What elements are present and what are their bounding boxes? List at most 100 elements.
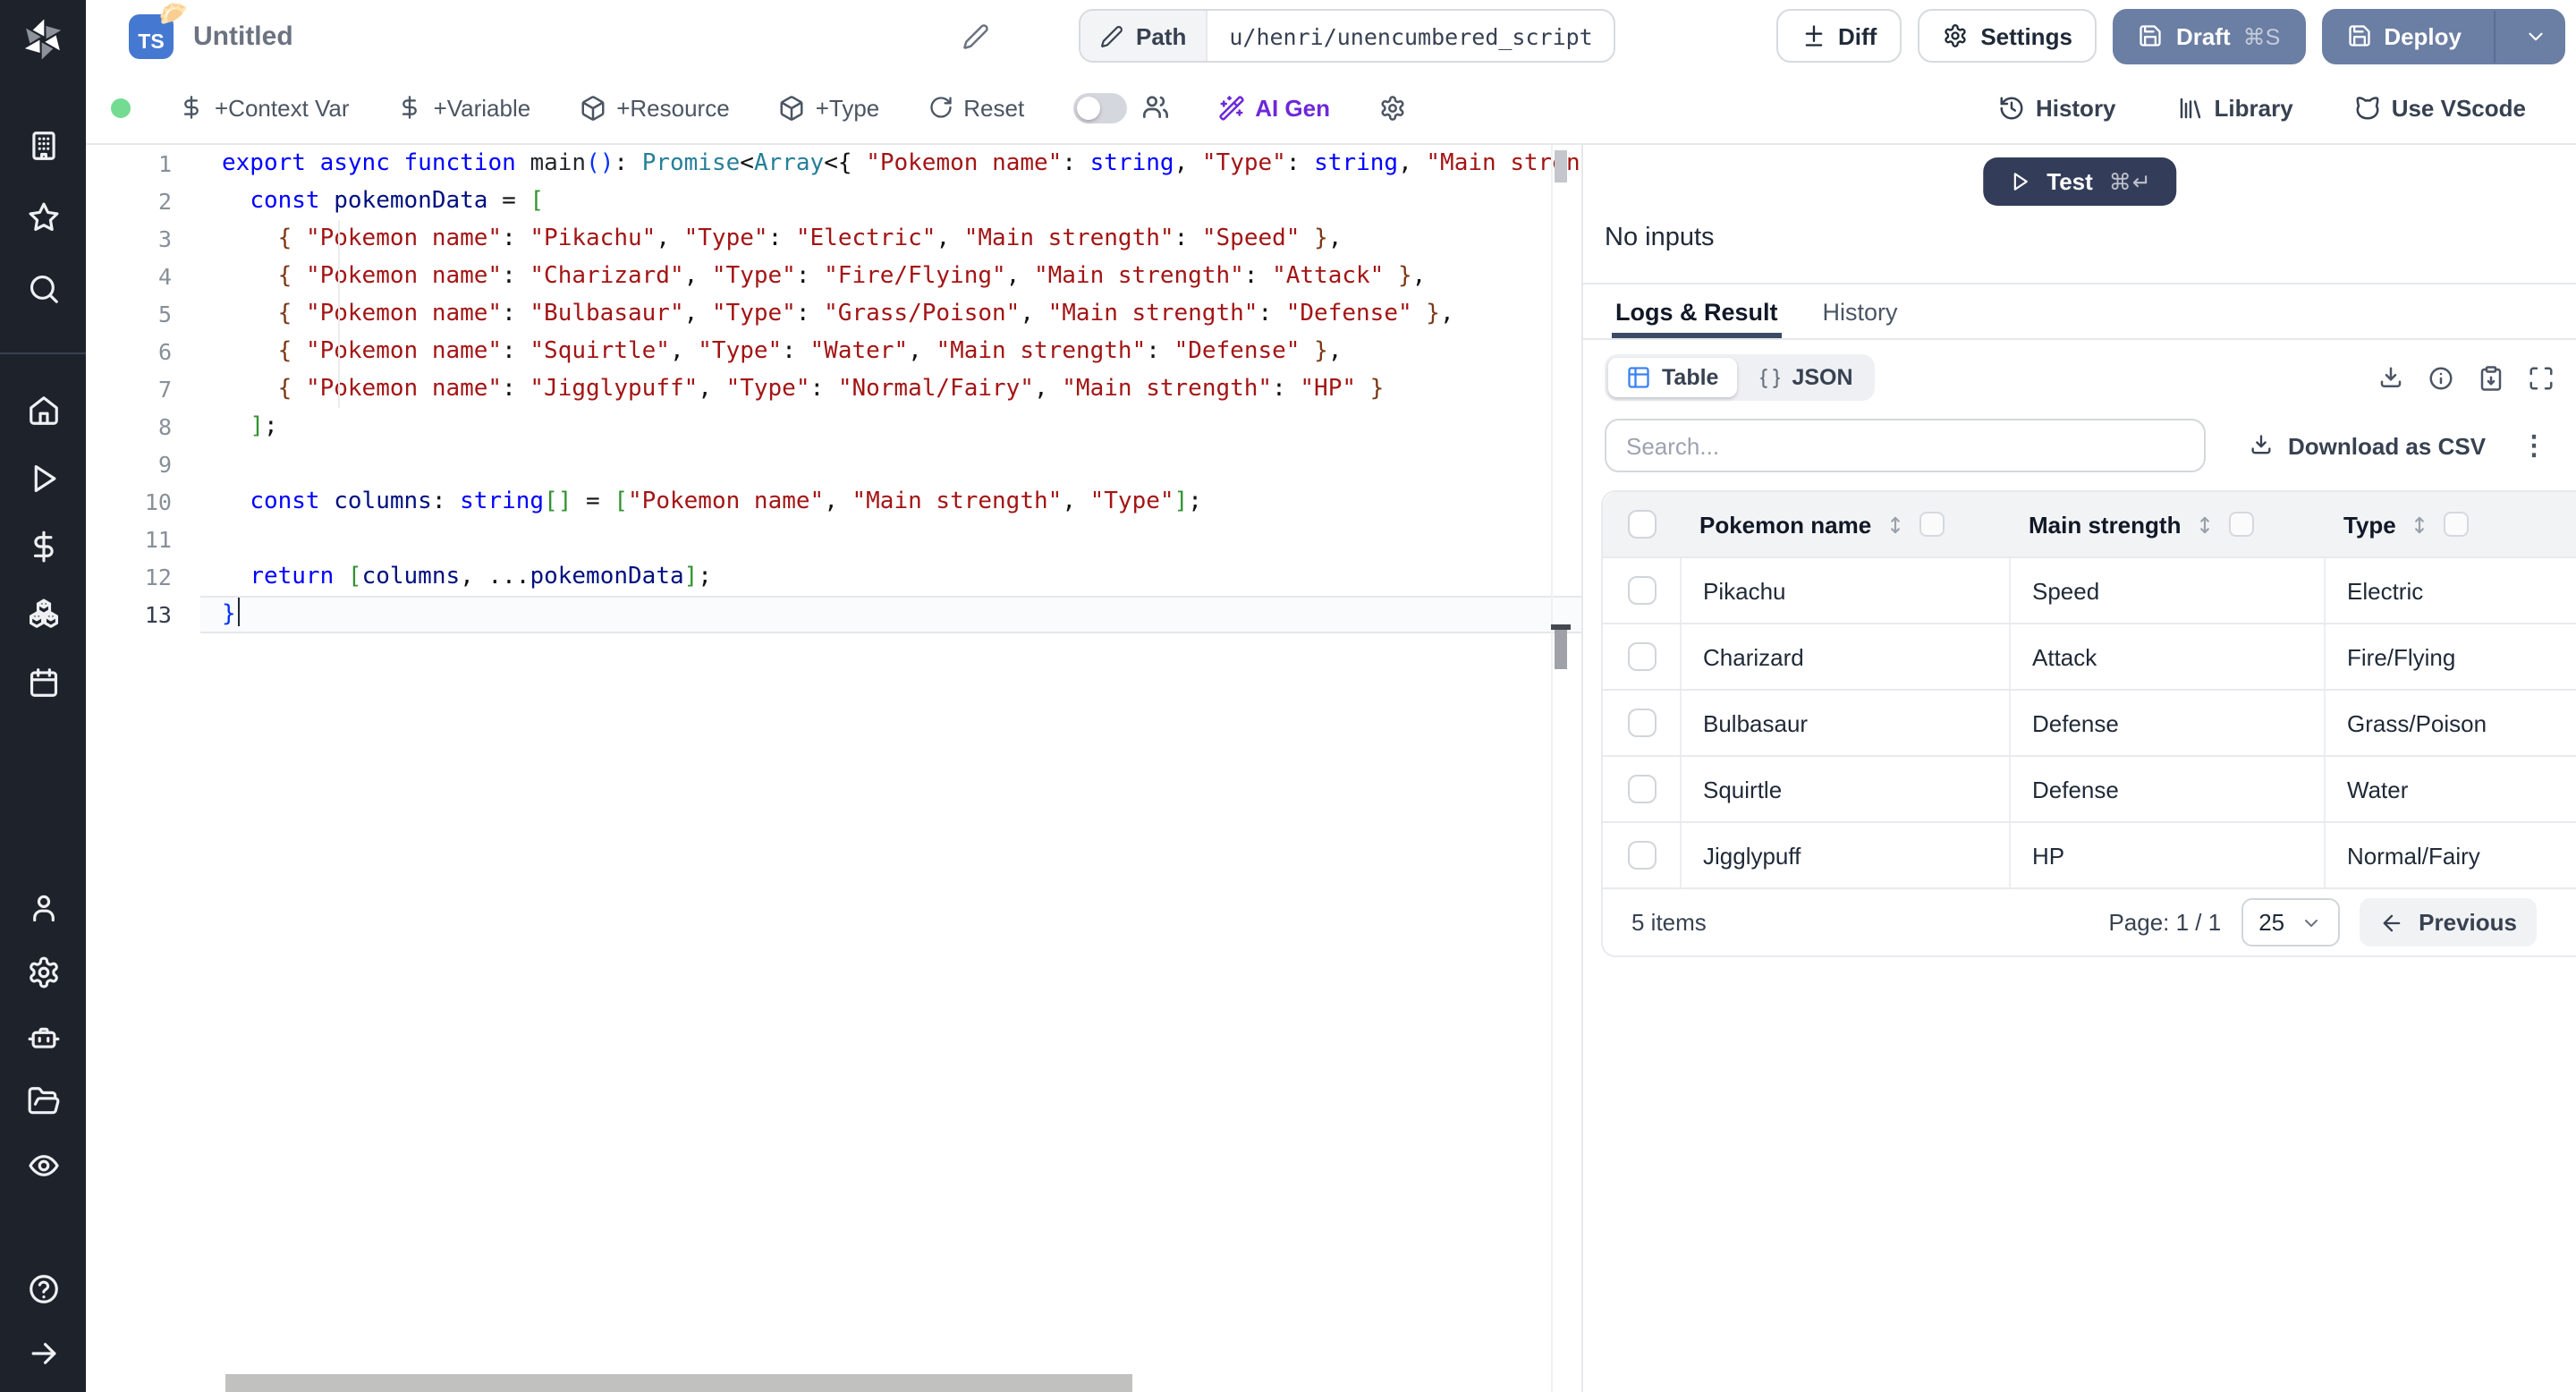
gear-icon xyxy=(1378,94,1405,121)
row-checkbox[interactable] xyxy=(1627,576,1656,605)
sidebar-item-home[interactable] xyxy=(26,394,60,428)
code-line[interactable]: 11 xyxy=(86,521,1581,558)
editor-horizontal-scrollbar[interactable] xyxy=(225,1374,1132,1392)
results-panel: Test ⌘↵ No inputs Logs & Result History … xyxy=(1581,145,2576,1392)
code-line[interactable]: 1 export async function main(): Promise<A… xyxy=(86,145,1581,182)
deploy-more-button[interactable] xyxy=(2508,24,2563,47)
line-content: export async function main(): Promise<Ar… xyxy=(222,150,1581,177)
ai-gen-button[interactable]: AI Gen xyxy=(1217,94,1330,121)
settings-button[interactable]: Settings xyxy=(1918,9,2097,63)
result-info-button[interactable] xyxy=(2428,364,2454,391)
code-line[interactable]: 2 const pokemonData = [ xyxy=(86,182,1581,220)
table-body: Pikachu Speed Electric Charizard Attack Fire/… xyxy=(1603,556,2576,887)
sort-icon[interactable] xyxy=(1884,513,1907,536)
add-context-var-button[interactable]: +Context Var xyxy=(179,94,350,121)
code-line[interactable]: 5 { "Pokemon name": "Bulbasaur", "Type":… xyxy=(86,295,1581,333)
code-line[interactable]: 9 xyxy=(86,446,1581,483)
add-resource-button[interactable]: +Resource xyxy=(579,94,730,121)
add-variable-button[interactable]: +Variable xyxy=(398,94,530,121)
previous-page-button[interactable]: Previous xyxy=(2360,898,2537,946)
sidebar-item-users[interactable] xyxy=(26,891,60,925)
tab-logs-result[interactable]: Logs & Result xyxy=(1612,284,1782,338)
scrollbar-thumb[interactable] xyxy=(1555,150,1567,182)
code-line[interactable]: 7 { "Pokemon name": "Jigglypuff", "Type"… xyxy=(86,370,1581,408)
add-type-button[interactable]: +Type xyxy=(778,94,879,121)
table-row[interactable]: Jigglypuff HP Normal/Fairy xyxy=(1603,821,2576,887)
sidebar-item-schedules[interactable] xyxy=(26,666,60,700)
history-button[interactable]: History xyxy=(1998,94,2116,121)
line-number: 3 xyxy=(157,225,172,252)
code-line[interactable]: 10 const columns: string[] = ["Pokemon n… xyxy=(86,483,1581,521)
multiplayer-toggle[interactable] xyxy=(1072,92,1127,123)
code-line[interactable]: 13} xyxy=(86,596,1581,633)
row-checkbox[interactable] xyxy=(1627,841,1656,870)
table-row[interactable]: Charizard Attack Fire/Flying xyxy=(1603,623,2576,689)
column-toggle[interactable] xyxy=(2229,512,2255,537)
view-switcher: Table JSON xyxy=(1605,354,1875,401)
row-checkbox[interactable] xyxy=(1627,775,1656,803)
editor-vertical-scrollbar[interactable] xyxy=(1551,145,1571,1392)
sidebar-item-resources[interactable] xyxy=(26,598,60,632)
arrow-right-icon xyxy=(26,1337,60,1371)
table-row[interactable]: Squirtle Defense Water xyxy=(1603,755,2576,821)
draft-button[interactable]: Draft ⌘S xyxy=(2113,8,2306,64)
deploy-button[interactable]: Deploy xyxy=(2321,8,2565,64)
sidebar-item-workers[interactable] xyxy=(26,1020,60,1054)
sort-icon[interactable] xyxy=(2193,513,2216,536)
dollar-icon xyxy=(179,95,204,120)
sidebar-item-runs[interactable] xyxy=(26,462,60,496)
column-toggle[interactable] xyxy=(1919,512,1945,537)
table-cell: Speed xyxy=(2011,558,2326,623)
sidebar-item-workspace[interactable] xyxy=(26,129,60,163)
sidebar-item-audit-logs[interactable] xyxy=(26,1149,60,1183)
windmill-logo[interactable] xyxy=(20,16,66,63)
code-line[interactable]: 3 { "Pokemon name": "Pikachu", "Type": "… xyxy=(86,220,1581,258)
library-button[interactable]: Library xyxy=(2177,94,2293,121)
path-control[interactable]: Path u/henri/unencumbered_script xyxy=(1079,9,1616,63)
line-number: 11 xyxy=(144,526,172,553)
select-all-checkbox[interactable] xyxy=(1628,510,1657,539)
editor-settings-button[interactable] xyxy=(1378,94,1405,121)
view-table-button[interactable]: Table xyxy=(1608,358,1737,397)
table-row[interactable]: Pikachu Speed Electric xyxy=(1603,556,2576,623)
column-toggle[interactable] xyxy=(2444,512,2470,537)
column-label: Main strength xyxy=(2029,511,2182,538)
code-line[interactable]: 12 return [columns, ...pokemonData]; xyxy=(86,558,1581,596)
sort-icon[interactable] xyxy=(2409,513,2432,536)
search-input[interactable] xyxy=(1605,419,2206,472)
code-lines[interactable]: 1 export async function main(): Promise<A… xyxy=(86,145,1581,633)
table-row[interactable]: Bulbasaur Defense Grass/Poison xyxy=(1603,689,2576,755)
edit-summary-button[interactable] xyxy=(962,22,989,49)
expand-result-button[interactable] xyxy=(2528,364,2555,391)
sidebar-item-search[interactable] xyxy=(26,272,60,306)
code-editor[interactable]: 1 export async function main(): Promise<A… xyxy=(86,145,1581,1392)
page-size-select[interactable]: 25 xyxy=(2241,898,2341,946)
table-menu-button[interactable]: ⋮ xyxy=(2521,432,2562,459)
sidebar-expand-button[interactable] xyxy=(26,1337,60,1371)
download-result-button[interactable] xyxy=(2377,364,2404,391)
row-checkbox[interactable] xyxy=(1627,709,1656,737)
row-checkbox[interactable] xyxy=(1627,642,1656,671)
sidebar-item-variables[interactable] xyxy=(26,530,60,564)
code-line[interactable]: 4 { "Pokemon name": "Charizard", "Type":… xyxy=(86,258,1581,295)
column-header[interactable]: Pokemon name xyxy=(1682,511,2011,538)
code-line[interactable]: 8 ]; xyxy=(86,408,1581,446)
sidebar-item-folders[interactable] xyxy=(26,1084,60,1118)
play-icon xyxy=(2007,170,2030,193)
diff-button[interactable]: Diff xyxy=(1775,9,1902,63)
download-icon xyxy=(2377,364,2404,391)
reset-button[interactable]: Reset xyxy=(928,94,1024,121)
tab-history[interactable]: History xyxy=(1819,284,1902,338)
use-vscode-button[interactable]: Use VScode xyxy=(2354,94,2526,121)
view-json-button[interactable]: JSON xyxy=(1740,358,1870,397)
sidebar-item-help[interactable] xyxy=(26,1272,60,1306)
column-header[interactable]: Type xyxy=(2326,511,2576,538)
code-line[interactable]: 6 { "Pokemon name": "Squirtle", "Type": … xyxy=(86,333,1581,370)
sidebar-item-settings[interactable] xyxy=(26,955,60,989)
column-header[interactable]: Main strength xyxy=(2011,511,2326,538)
test-button[interactable]: Test ⌘↵ xyxy=(1982,157,2177,206)
download-csv-button[interactable]: Download as CSV xyxy=(2238,430,2496,461)
pencil-icon xyxy=(1100,24,1123,47)
sidebar-item-favorites[interactable] xyxy=(26,200,60,234)
copy-result-button[interactable] xyxy=(2478,364,2504,391)
